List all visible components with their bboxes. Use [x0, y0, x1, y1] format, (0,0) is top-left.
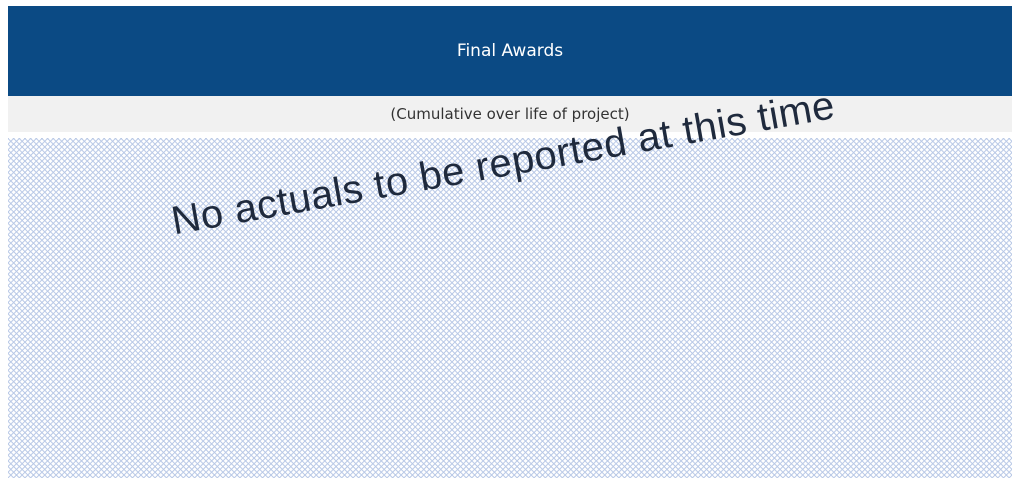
panel-subheader: (Cumulative over life of project) [8, 96, 1012, 132]
no-data-placeholder [8, 138, 1012, 478]
panel-header: Final Awards [8, 6, 1012, 96]
panel-title: Final Awards [456, 41, 564, 61]
final-awards-panel: Final Awards (Cumulative over life of pr… [8, 6, 1012, 478]
panel-subtitle: (Cumulative over life of project) [390, 105, 630, 123]
